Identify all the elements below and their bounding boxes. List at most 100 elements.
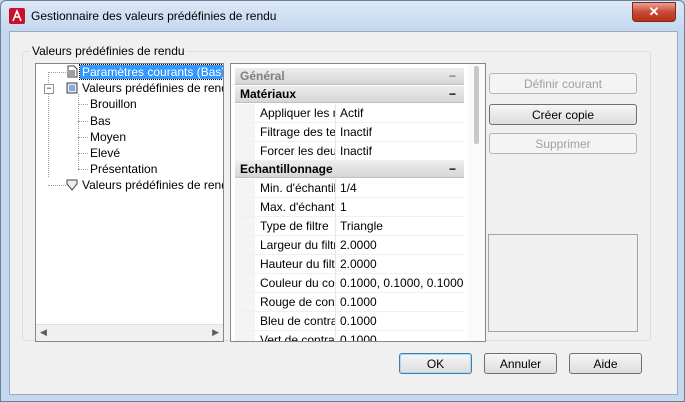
property-value[interactable]: 0.1000 <box>340 293 464 311</box>
scroll-right-icon[interactable]: ▶ <box>212 327 219 338</box>
tree-line <box>78 153 88 154</box>
set-current-label: Définir courant <box>523 77 603 91</box>
property-name: Filtrage des textures <box>260 123 336 141</box>
property-row[interactable]: Forcer les deux facesInactif <box>235 142 464 161</box>
property-name: Min. d'échantillons <box>260 179 336 197</box>
tree-item-label: Moyen <box>90 130 127 144</box>
property-row[interactable]: Type de filtre Triangle <box>235 217 464 236</box>
property-row[interactable]: Appliquer les matériauxActif <box>235 104 464 123</box>
property-name: Couleur du contraste <box>260 274 336 292</box>
tree-item-label: Bas <box>90 114 111 128</box>
collapse-icon[interactable]: − <box>449 161 456 178</box>
tree-item-standard-presets[interactable]: Valeurs prédéfinies de rendu standard <box>66 80 223 96</box>
preview-panel <box>488 234 638 332</box>
property-name: Max. d'échantillons <box>260 198 336 216</box>
property-value[interactable]: 0.1000, 0.1000, 0.1000 <box>340 274 464 292</box>
property-value[interactable]: 0.1000 <box>340 331 464 341</box>
property-name: Forcer les deux faces <box>260 142 336 160</box>
properties-grid[interactable]: Général − Matériaux − Appliquer les maté… <box>230 63 486 342</box>
tree-item-eleve[interactable]: Elevé <box>88 145 122 161</box>
property-name: Rouge de contraste <box>260 293 336 311</box>
set-current-button[interactable]: Définir courant <box>489 73 637 94</box>
cancel-button[interactable]: Annuler <box>484 353 557 374</box>
dialog-client: Valeurs prédéfinies de rendu Paramètres … <box>9 31 678 395</box>
properties-vertical-scrollbar[interactable] <box>468 64 485 341</box>
property-value[interactable]: Inactif <box>340 123 464 141</box>
autocad-logo-icon <box>9 8 25 24</box>
tree-item-moyen[interactable]: Moyen <box>88 129 128 145</box>
scrollbar-thumb[interactable] <box>474 66 479 144</box>
help-label: Aide <box>593 357 618 371</box>
property-name: Type de filtre <box>260 217 336 235</box>
ok-label: OK <box>426 357 445 371</box>
collapse-toggle[interactable]: − <box>44 84 54 94</box>
tree-horizontal-scrollbar[interactable]: ◀ ▶ <box>36 324 223 341</box>
tree-line <box>48 72 66 73</box>
property-name: Largeur du filtre <box>260 236 336 254</box>
property-row[interactable]: Couleur du contraste0.1000, 0.1000, 0.10… <box>235 274 464 293</box>
tree-line <box>78 169 88 170</box>
property-name: Hauteur du filtre <box>260 255 336 273</box>
delete-label: Supprimer <box>535 137 591 151</box>
property-value[interactable]: 2.0000 <box>340 236 464 254</box>
property-value[interactable]: 2.0000 <box>340 255 464 273</box>
title-bar: Gestionnaire des valeurs prédéfinies de … <box>1 1 684 31</box>
tree-item-label: Valeurs prédéfinies de rendu personnalis… <box>82 178 223 192</box>
section-general[interactable]: Général − <box>235 68 464 85</box>
tree-line <box>78 94 79 169</box>
window-title: Gestionnaire des valeurs prédéfinies de … <box>31 9 277 23</box>
delete-button[interactable]: Supprimer <box>489 133 637 154</box>
collapse-icon[interactable]: − <box>449 86 456 103</box>
property-row[interactable]: Max. d'échantillons1 <box>235 198 464 217</box>
tree-item-label: Valeurs prédéfinies de rendu standard <box>82 81 223 95</box>
custom-presets-icon <box>66 179 78 191</box>
section-title: Général <box>240 69 285 83</box>
tree-item-label: Paramètres courants (Bas) <box>78 64 223 80</box>
tree-item-custom-presets[interactable]: Valeurs prédéfinies de rendu personnalis… <box>66 177 223 193</box>
property-value[interactable]: 0.1000 <box>340 312 464 330</box>
tree-line <box>78 104 88 105</box>
help-button[interactable]: Aide <box>569 353 642 374</box>
property-name: Appliquer les matériaux <box>260 104 336 122</box>
tree-item-label: Brouillon <box>90 97 137 111</box>
close-button[interactable]: ✕ <box>632 2 676 22</box>
scroll-left-icon[interactable]: ◀ <box>40 327 47 338</box>
create-copy-button[interactable]: Créer copie <box>489 104 637 125</box>
section-title: Matériaux <box>240 87 297 101</box>
property-value[interactable]: 1 <box>340 198 464 216</box>
cancel-label: Annuler <box>499 357 542 371</box>
presets-tree[interactable]: Paramètres courants (Bas) − Valeurs préd… <box>35 63 224 342</box>
property-row[interactable]: Filtrage des texturesInactif <box>235 123 464 142</box>
tree-item-label: Elevé <box>90 146 121 160</box>
section-title: Echantillonnage <box>240 162 333 176</box>
tree-item-presentation[interactable]: Présentation <box>88 161 159 177</box>
create-copy-label: Créer copie <box>531 108 595 122</box>
tree-item-brouillon[interactable]: Brouillon <box>88 96 139 112</box>
section-echantillonnage[interactable]: Echantillonnage − <box>235 161 464 178</box>
tree-line <box>48 185 66 186</box>
property-name: Bleu de contraste <box>260 312 336 330</box>
tree-item-label: Présentation <box>90 162 158 176</box>
dialog-window: Gestionnaire des valeurs prédéfinies de … <box>0 0 685 402</box>
tree-item-current-settings[interactable]: Paramètres courants (Bas) <box>66 64 223 80</box>
tree-line <box>78 121 88 122</box>
property-row[interactable]: Vert de contraste 0.1000 <box>235 331 464 341</box>
property-value[interactable]: Inactif <box>340 142 464 160</box>
presets-group-label: Valeurs prédéfinies de rendu <box>30 44 187 58</box>
close-icon: ✕ <box>648 4 660 19</box>
section-materiaux[interactable]: Matériaux − <box>235 86 464 103</box>
collapse-icon[interactable]: − <box>449 68 456 85</box>
property-value[interactable]: 1/4 <box>340 179 464 197</box>
property-row[interactable]: Rouge de contraste0.1000 <box>235 293 464 312</box>
ok-button[interactable]: OK <box>399 353 472 374</box>
property-row[interactable]: Min. d'échantillons1/4 <box>235 179 464 198</box>
tree-item-bas[interactable]: Bas <box>88 113 113 129</box>
tree-line <box>78 137 88 138</box>
current-settings-icon <box>67 65 78 78</box>
property-row[interactable]: Hauteur du filtre2.0000 <box>235 255 464 274</box>
property-value[interactable]: Triangle <box>340 217 464 235</box>
property-row[interactable]: Bleu de contraste0.1000 <box>235 312 464 331</box>
property-row[interactable]: Largeur du filtre 2.0000 <box>235 236 464 255</box>
standard-presets-icon <box>66 82 78 94</box>
property-value[interactable]: Actif <box>340 104 464 122</box>
